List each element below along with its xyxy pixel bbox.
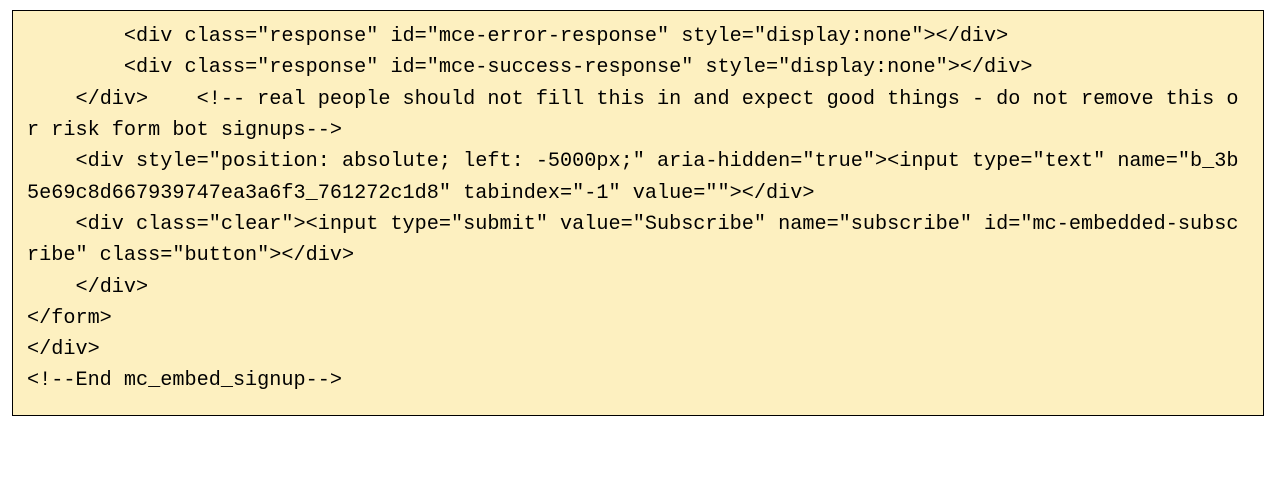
code-line: </div>	[27, 338, 100, 361]
code-block: <div class="response" id="mce-error-resp…	[12, 10, 1264, 416]
code-line: </div>	[27, 276, 148, 299]
code-line: <div class="response" id="mce-error-resp…	[27, 25, 1008, 48]
code-line: <div class="clear"><input type="submit" …	[27, 213, 1238, 267]
code-line: </form>	[27, 307, 112, 330]
page: <div class="response" id="mce-error-resp…	[0, 0, 1276, 500]
code-line: <div class="response" id="mce-success-re…	[27, 56, 1033, 79]
code-line: <div style="position: absolute; left: -5…	[27, 150, 1238, 204]
code-line: </div> <!-- real people should not fill …	[27, 88, 1238, 142]
code-line: <!--End mc_embed_signup-->	[27, 369, 342, 392]
